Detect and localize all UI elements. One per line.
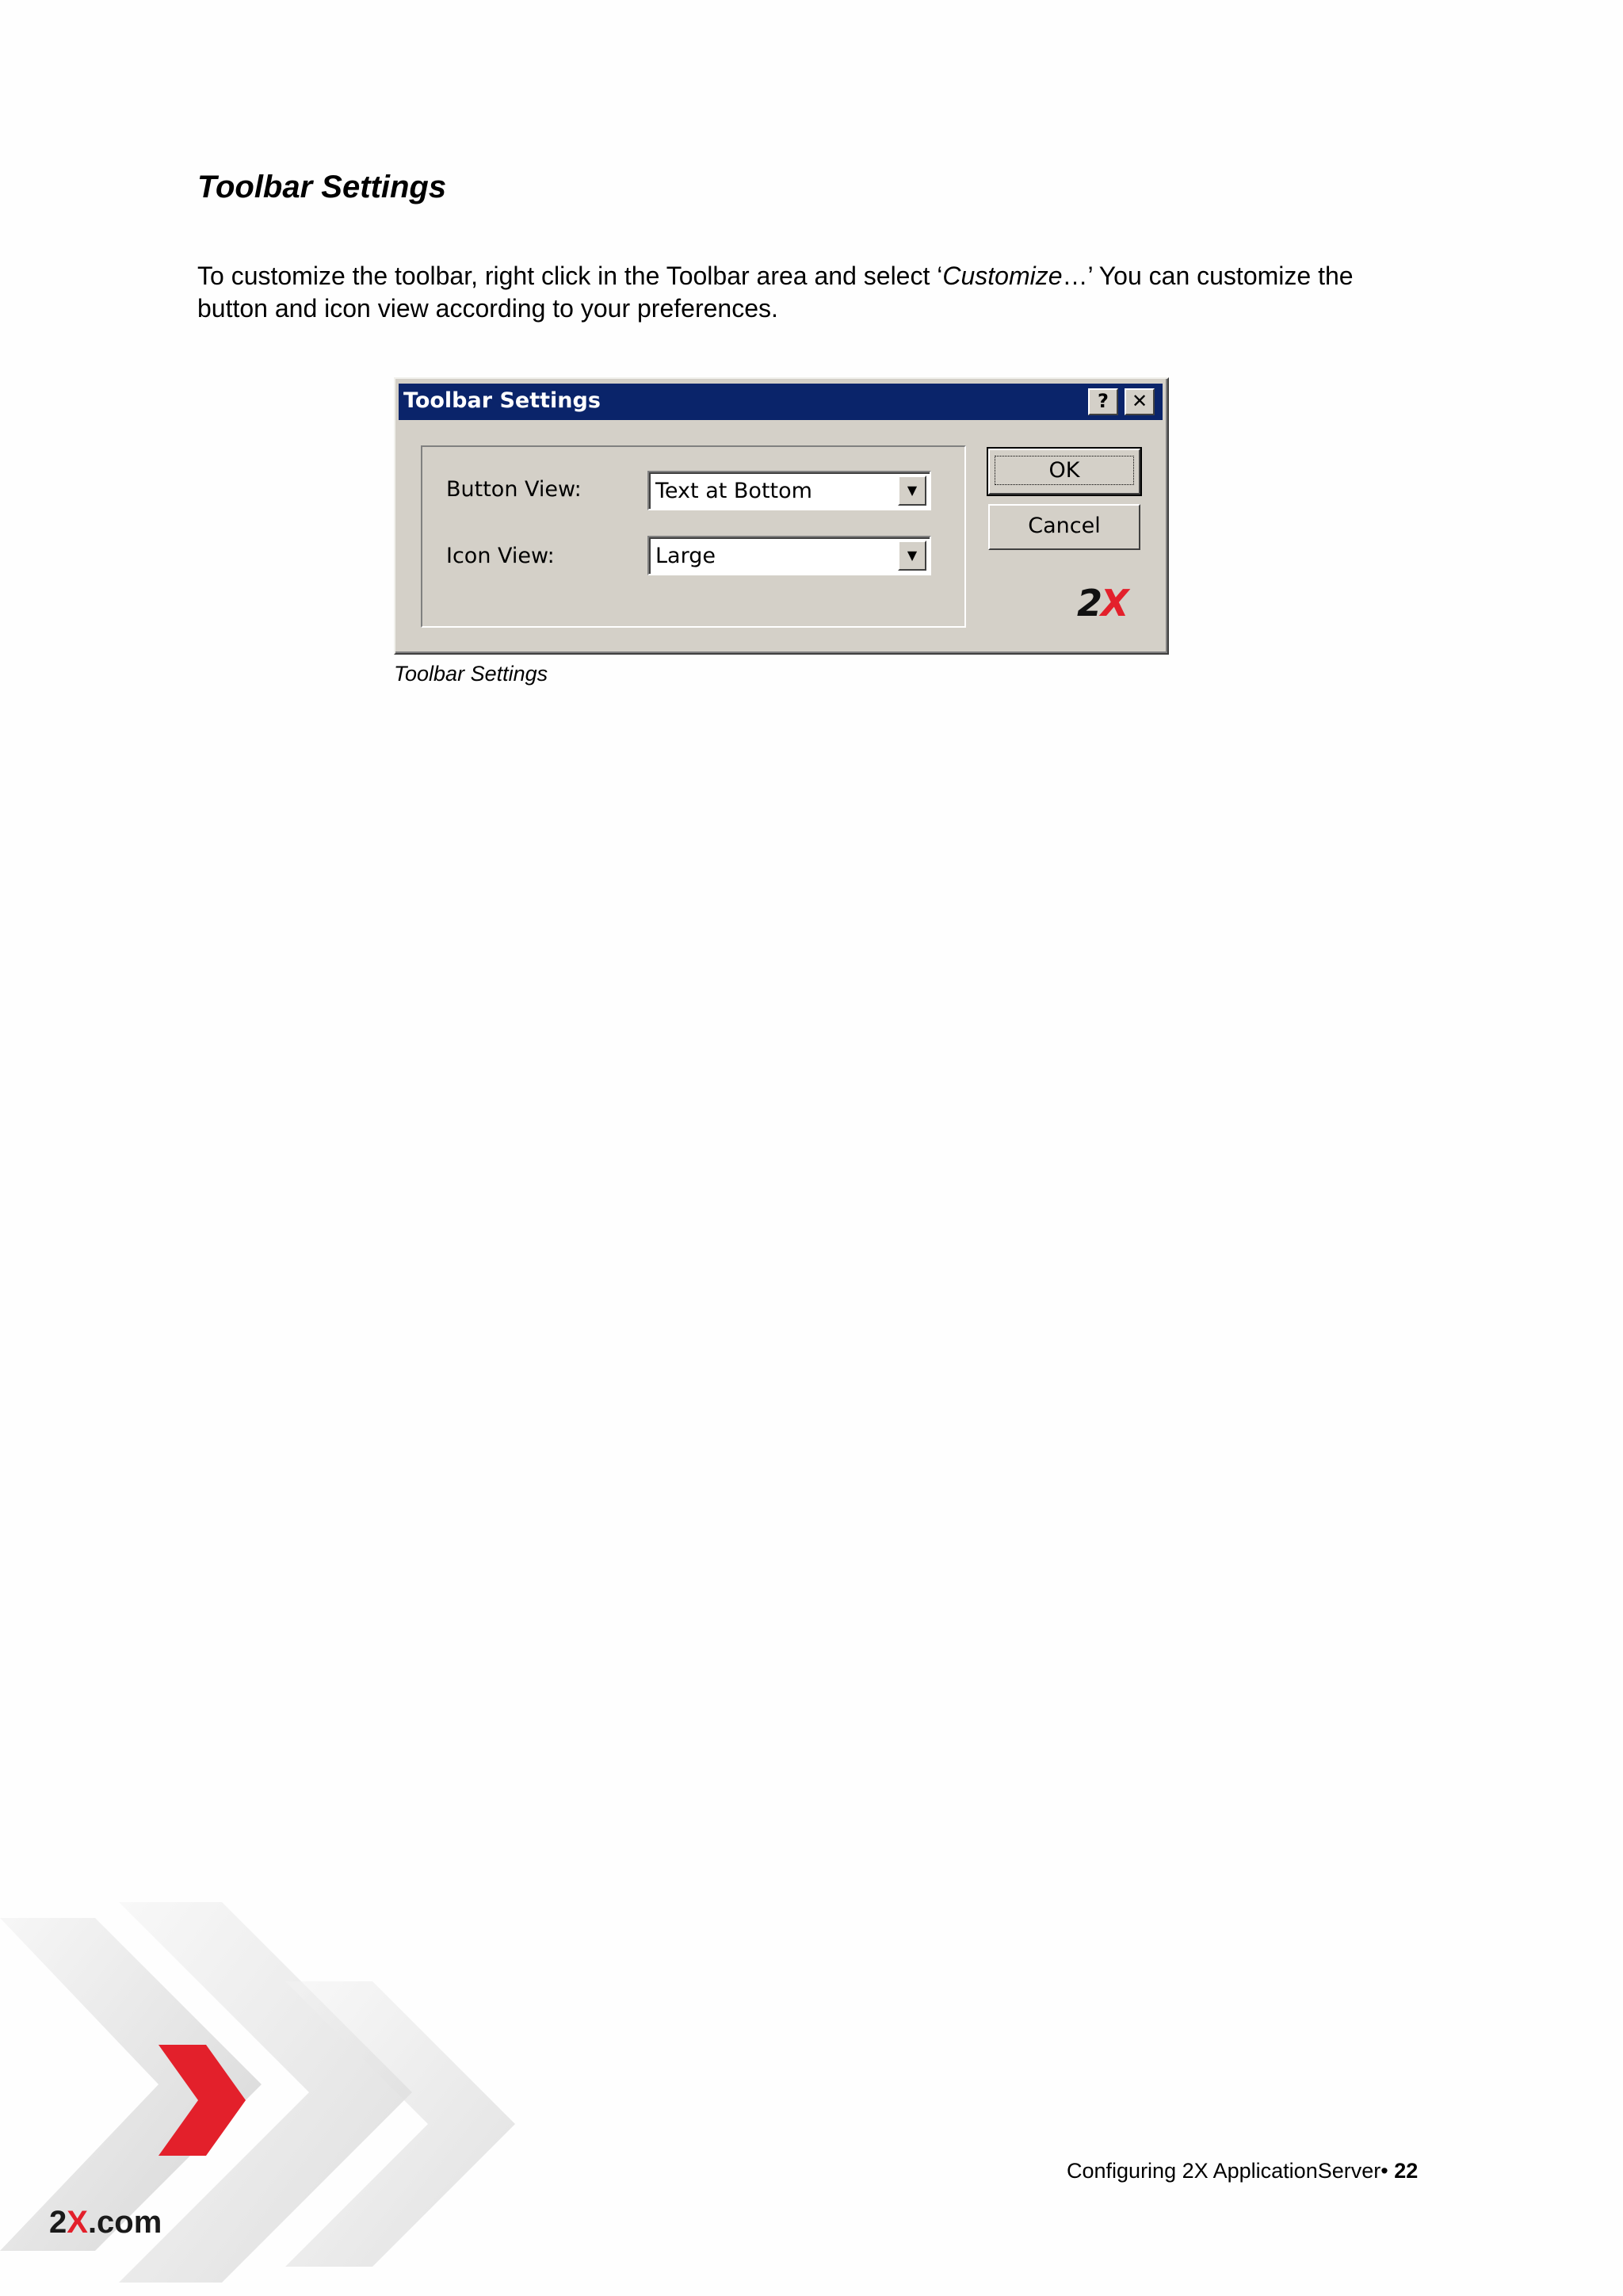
button-view-label: Button View: xyxy=(446,477,582,502)
ok-button-label: OK xyxy=(994,456,1135,485)
ok-button[interactable]: OK xyxy=(987,447,1142,496)
brand-2: 2 xyxy=(49,2205,67,2240)
brand-x: X xyxy=(67,2205,88,2240)
dropdown-arrow-icon[interactable]: ▼ xyxy=(898,541,926,571)
close-button[interactable]: ✕ xyxy=(1125,388,1155,415)
dialog-logo: 2X xyxy=(1077,582,1129,625)
dialog-title: Toolbar Settings xyxy=(403,388,601,413)
section-title: Toolbar Settings xyxy=(197,170,447,204)
footer-text: Configuring 2X ApplicationServer• xyxy=(1067,2159,1395,2183)
brand-logo: 2X.com xyxy=(49,2205,162,2241)
brand-suffix: .com xyxy=(87,2205,162,2240)
dialog-titlebar[interactable]: Toolbar Settings ? ✕ xyxy=(399,384,1163,420)
intro-text-1: To customize the toolbar, right click in… xyxy=(197,262,943,290)
toolbar-settings-dialog: Toolbar Settings ? ✕ Button View: Text a… xyxy=(394,377,1169,655)
page-number: 22 xyxy=(1394,2159,1419,2183)
intro-paragraph: To customize the toolbar, right click in… xyxy=(197,260,1386,325)
button-view-value: Text at Bottom xyxy=(655,479,812,503)
close-icon: ✕ xyxy=(1131,390,1148,412)
help-button[interactable]: ? xyxy=(1088,388,1118,415)
logo-x: X xyxy=(1101,582,1128,625)
figure-caption: Toolbar Settings xyxy=(394,662,548,686)
cancel-button[interactable]: Cancel xyxy=(988,504,1140,550)
dropdown-arrow-icon[interactable]: ▼ xyxy=(898,476,926,506)
icon-view-select[interactable]: Large ▼ xyxy=(647,536,931,575)
icon-view-label: Icon View: xyxy=(446,544,555,568)
intro-emphasis: Customize xyxy=(942,262,1063,290)
page-footer: Configuring 2X ApplicationServer• 22 xyxy=(1067,2159,1418,2183)
button-view-select[interactable]: Text at Bottom ▼ xyxy=(647,471,931,510)
logo-2: 2 xyxy=(1077,582,1102,625)
icon-view-value: Large xyxy=(655,544,716,568)
settings-group: Button View: Text at Bottom ▼ Icon View:… xyxy=(421,445,966,628)
